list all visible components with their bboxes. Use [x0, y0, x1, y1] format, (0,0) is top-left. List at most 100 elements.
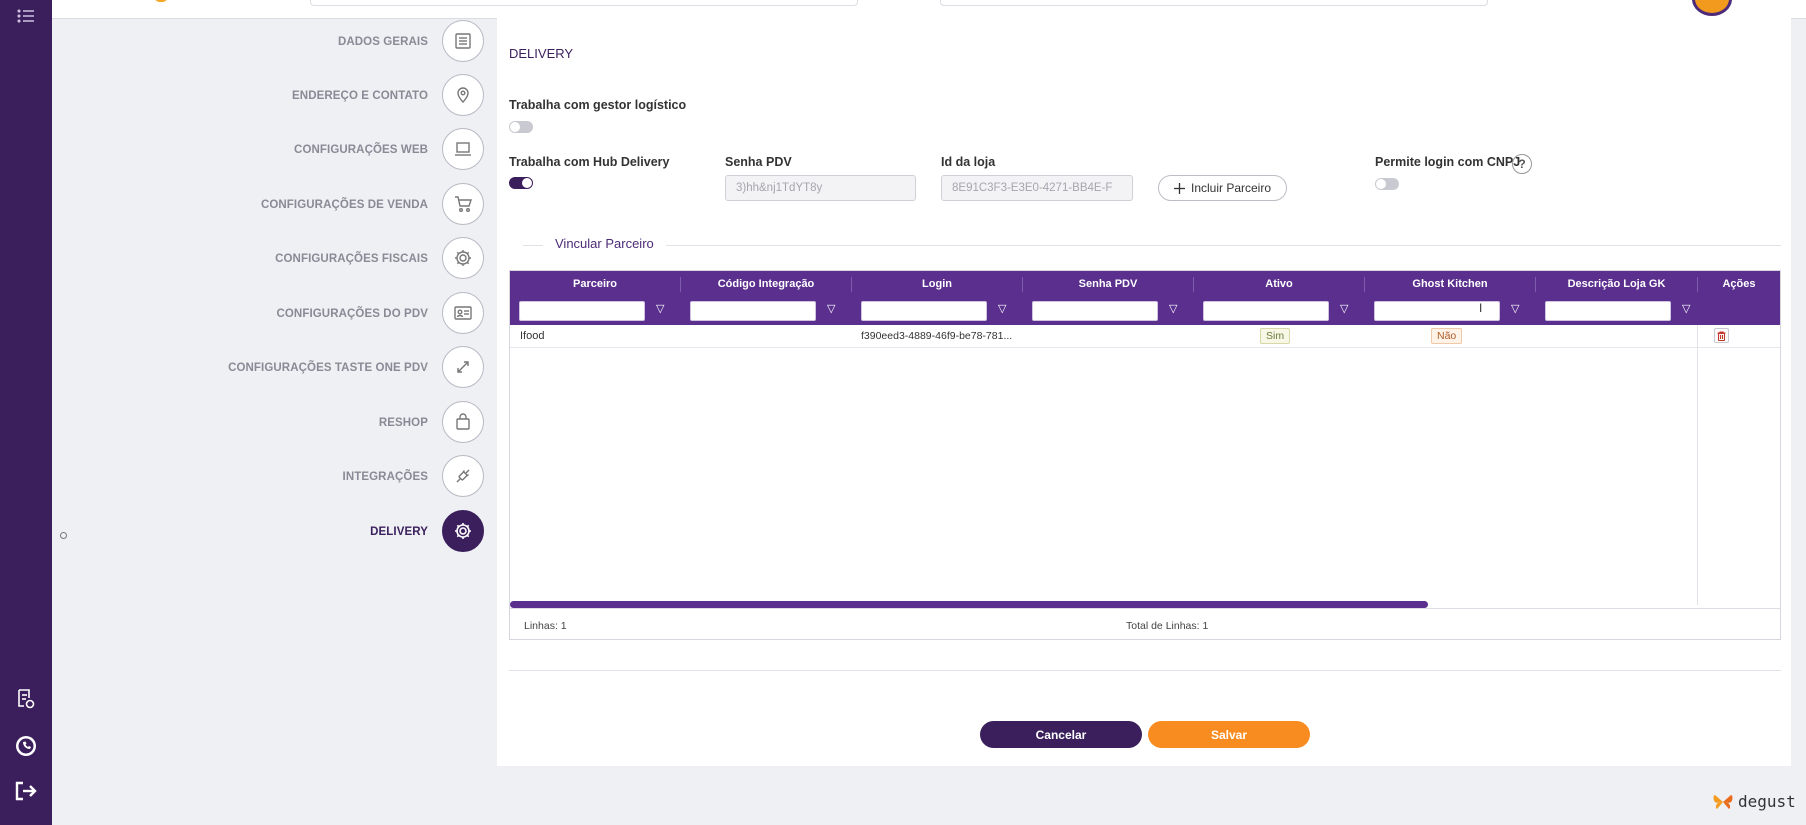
nav-item-label: DADOS GERAIS [337, 36, 428, 48]
cancel-button[interactable]: Cancelar [980, 721, 1142, 748]
column-header[interactable]: Parceiro [510, 271, 680, 297]
app-rail [0, 0, 52, 825]
expand-arrows-icon [442, 346, 484, 388]
brand-footer: degust [1712, 792, 1796, 811]
help-icon[interactable]: ? [1512, 154, 1532, 174]
nav-item-config-fiscais[interactable]: CONFIGURAÇÕES FISCAIS [64, 237, 484, 281]
senha-pdv-input[interactable]: 3)hh&nj1TdYT8y [725, 175, 916, 201]
parceiros-grid: Parceiro Código Integração Login Senha P… [509, 270, 1781, 640]
logout-icon[interactable] [0, 780, 52, 802]
nav-item-label: ENDEREÇO E CONTATO [292, 90, 428, 102]
brand-name: degust [1738, 792, 1796, 811]
login-cnpj-toggle[interactable] [1375, 178, 1399, 190]
column-header[interactable]: Ghost Kitchen [1365, 271, 1535, 297]
nav-item-endereco[interactable]: ENDEREÇO E CONTATO [64, 74, 484, 118]
nav-item-taste-one[interactable]: CONFIGURAÇÕES TASTE ONE PDV [64, 346, 484, 390]
id-card-icon [442, 292, 484, 334]
column-header[interactable]: Senha PDV [1023, 271, 1193, 297]
hub-delivery-label: Trabalha com Hub Delivery [509, 155, 670, 169]
nav-item-label: DELIVERY [370, 526, 428, 538]
status-badge-ghost: Não [1431, 328, 1463, 344]
trash-icon[interactable] [1714, 328, 1729, 343]
id-loja-label: Id da loja [941, 155, 996, 169]
scrollbar-thumb[interactable] [510, 601, 1428, 608]
filter-input-ativo[interactable] [1203, 301, 1329, 321]
gear-icon [442, 237, 484, 279]
nav-item-label: CONFIGURAÇÕES DO PDV [276, 308, 428, 320]
whatsapp-icon[interactable] [0, 734, 52, 758]
filter-input-senha[interactable] [1032, 301, 1158, 321]
hub-delivery-toggle[interactable] [509, 177, 533, 189]
nav-item-config-pdv[interactable]: CONFIGURAÇÕES DO PDV [64, 292, 484, 336]
gestor-logistico-toggle[interactable] [509, 121, 533, 133]
top-search-input[interactable] [310, 0, 858, 6]
nav-item-label: CONFIGURAÇÕES DE VENDA [260, 199, 428, 211]
nav-item-label: RESHOP [378, 417, 428, 429]
cell-parceiro: Ifood [520, 330, 545, 342]
butterfly-logo-icon [1713, 794, 1733, 809]
column-header: Ações [1722, 278, 1756, 290]
list-icon [442, 20, 484, 62]
filter-icon[interactable]: ▽ [1511, 302, 1519, 315]
save-button[interactable]: Salvar [1148, 721, 1310, 748]
id-loja-input[interactable]: 8E91C3F3-E3E0-4271-BB4E-F [941, 175, 1133, 201]
column-header[interactable]: Código Integração [681, 271, 851, 297]
cart-icon [442, 183, 484, 225]
nav-item-label: INTEGRAÇÕES [342, 471, 428, 483]
location-pin-icon [442, 74, 484, 116]
login-cnpj-label: Permite login com CNPJ [1375, 155, 1521, 169]
filter-input-parceiro[interactable] [519, 301, 645, 321]
incluir-parceiro-label: Incluir Parceiro [1190, 181, 1272, 195]
nav-item-delivery[interactable]: DELIVERY [64, 510, 484, 554]
column-header[interactable]: Login [852, 271, 1022, 297]
plus-icon [1173, 182, 1185, 194]
top-bar [52, 0, 1806, 19]
vincular-parceiro-legend: Vincular Parceiro [543, 236, 666, 251]
filter-input-login[interactable] [861, 301, 987, 321]
nav-item-dados-gerais[interactable]: DADOS GERAIS [64, 20, 484, 64]
cell-login: f390eed3-4889-46f9-be78-781... [861, 330, 1013, 342]
plug-icon [442, 455, 484, 497]
nav-item-label: CONFIGURAÇÕES WEB [294, 144, 428, 156]
status-badge-ativo: Sim [1260, 328, 1291, 344]
incluir-parceiro-button[interactable]: Incluir Parceiro [1158, 175, 1287, 201]
nav-item-label: CONFIGURAÇÕES TASTE ONE PDV [228, 362, 428, 374]
user-avatar[interactable] [1692, 0, 1732, 16]
senha-pdv-label: Senha PDV [725, 155, 792, 169]
gear-icon [442, 510, 484, 552]
rows-count: Linhas: 1 [524, 620, 567, 632]
nav-indicator [60, 532, 67, 539]
fieldset-divider [523, 245, 1781, 246]
table-row[interactable]: Ifood f390eed3-4889-46f9-be78-781... Sim… [510, 325, 1780, 348]
filter-icon[interactable]: ▽ [827, 302, 835, 315]
column-header[interactable]: Descrição Loja GK [1536, 271, 1697, 297]
gestor-logistico-label: Trabalha com gestor logístico [509, 98, 687, 112]
text-cursor-icon: I [1479, 301, 1483, 315]
nav-item-config-venda[interactable]: CONFIGURAÇÕES DE VENDA [64, 183, 484, 227]
filter-icon[interactable]: ▽ [1682, 302, 1690, 315]
grid-header: Parceiro Código Integração Login Senha P… [510, 271, 1780, 325]
shopping-bag-icon [442, 401, 484, 443]
delivery-panel: DELIVERY Trabalha com gestor logístico T… [497, 18, 1791, 706]
filter-icon[interactable]: ▽ [998, 302, 1006, 315]
filter-input-descricao[interactable] [1545, 301, 1671, 321]
total-rows-count: Total de Linhas: 1 [1126, 620, 1209, 632]
filter-input-codigo[interactable] [690, 301, 816, 321]
document-edit-icon[interactable] [0, 688, 52, 710]
brand-logo [154, 0, 168, 2]
nav-item-config-web[interactable]: CONFIGURAÇÕES WEB [64, 128, 484, 172]
filter-icon[interactable]: ▽ [656, 302, 664, 315]
section-divider [509, 670, 1781, 671]
menu-icon[interactable] [0, 8, 52, 24]
grid-footer: Linhas: 1 Total de Linhas: 1 [510, 608, 1780, 640]
filter-icon[interactable]: ▽ [1169, 302, 1177, 315]
nav-item-integracoes[interactable]: INTEGRAÇÕES [64, 455, 484, 499]
top-filter-input[interactable] [940, 0, 1488, 6]
laptop-icon [442, 128, 484, 170]
form-footer: Cancelar Salvar [497, 706, 1791, 766]
column-header[interactable]: Ativo [1194, 271, 1364, 297]
nav-item-reshop[interactable]: RESHOP [64, 401, 484, 445]
filter-icon[interactable]: ▽ [1340, 302, 1348, 315]
section-title: DELIVERY [509, 46, 574, 61]
horizontal-scrollbar[interactable] [510, 601, 1780, 608]
